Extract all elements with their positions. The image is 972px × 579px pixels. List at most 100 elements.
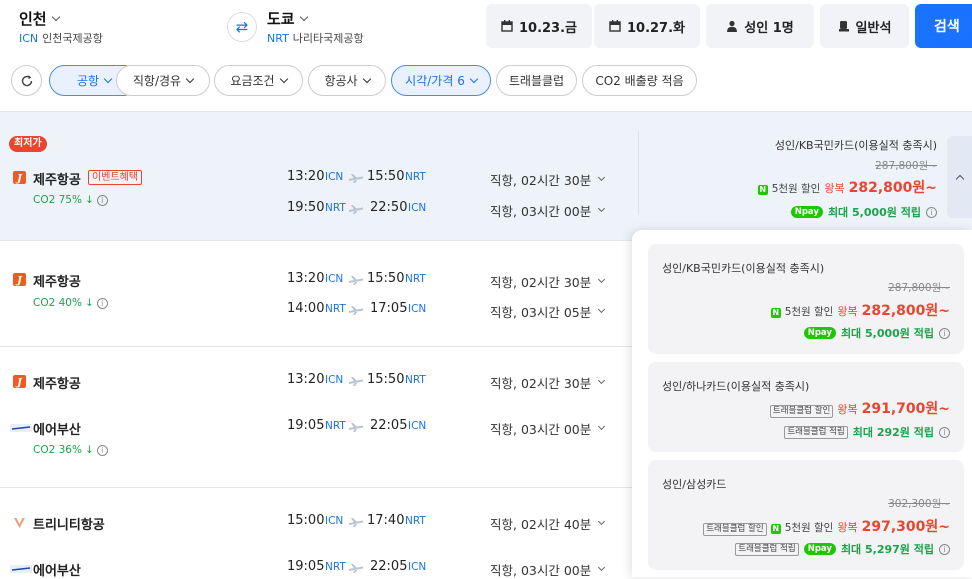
duration-text: 직항, 02시간 30분 [490,376,592,391]
price-amount: 282,800원~ [861,303,950,319]
chevron-down-icon [469,74,479,83]
filter-chip-airline[interactable]: 항공사 [308,65,386,96]
filter-chip-fare-conditions[interactable]: 요금조건 [214,65,303,96]
points-row: Npay 최대 5,000원 적립 i [668,325,950,341]
airline-name: 에어부산 [33,564,81,579]
chevron-down-icon [598,422,606,431]
cabin-class-button[interactable]: 일반석 [820,4,909,48]
destination-city: 도쿄 [267,10,295,28]
arrival-airport: ICN [408,561,427,573]
airline-name: 제주항공 [33,275,81,290]
origin-city: 인천 [19,10,47,28]
calendar-icon [501,20,513,32]
co2-value: CO2 40% [33,297,82,309]
return-date: 10.27.화 [626,20,686,36]
reset-filters-button[interactable] [11,65,42,96]
fare-option-card[interactable]: 성인/하나카드(이용실적 충족시) 트래블클럽 할인 왕복 291,700원~ 트래… [648,362,964,452]
origin-selector[interactable]: 인천 [19,8,60,29]
arrival-time: 22:05 [370,559,408,574]
fare-options-panel: 성인/KB국민카드(이용실적 충족시) 287,800원~ N 5천원 할인 왕복 2… [632,230,972,577]
search-button[interactable]: 검색 [915,4,972,48]
airline-name: 에어부산 [33,423,81,438]
lowest-price-badge: 최저가 [9,136,47,152]
passengers-button[interactable]: 성인 1명 [706,4,814,48]
departure-airport: ICN [325,273,344,285]
result-card-highlighted[interactable] [0,112,972,240]
depart-date-button[interactable]: 10.23.금 [486,4,592,48]
info-icon[interactable]: i [939,327,950,339]
filter-label: 시각/가격 6 [405,74,465,88]
destination-selector[interactable]: 도쿄 [267,8,308,29]
refresh-icon [21,74,32,86]
filter-chip-time-price[interactable]: 시각/가격 6 [391,65,491,96]
filter-label: 요금조건 [230,74,275,88]
flight-duration[interactable]: 직항, 03시간 00분 [490,419,606,438]
trinity-air-logo-icon [14,518,25,528]
flight-duration[interactable]: 직항, 02시간 40분 [490,514,606,533]
naver-pay-icon: Npay [803,327,836,339]
departure-airport: NRT [325,561,346,573]
chevron-down-icon [103,74,113,83]
co2-info: CO2 36% ↓ i [33,444,108,456]
swap-route-button[interactable]: ⇄ [227,12,257,42]
departure-airport: ICN [325,171,344,183]
flight-duration[interactable]: 직항, 03시간 00분 [490,560,606,579]
price-row: 트래블클럽 할인 N 5천원 할인 왕복 297,300원~ [668,516,950,536]
info-icon[interactable]: i [939,543,950,555]
flight-duration[interactable]: 직항, 02시간 30분 [490,170,606,189]
departure-time: 14:00 [287,301,325,316]
collapse-fares-button[interactable] [947,136,972,218]
departure-time: 19:05 [287,559,325,574]
flight-duration[interactable]: 직항, 02시간 30분 [490,373,606,392]
travel-club-points-tag: 트래블클럽 적립 [784,425,848,439]
info-icon[interactable]: i [96,194,108,206]
filter-chip-travel-club[interactable]: 트래블클럽 [496,65,577,96]
arrival-airport: ICN [408,420,427,432]
info-icon[interactable]: i [96,297,108,309]
destination-airport: NRT 나리타국제공항 [267,30,364,46]
arrival-time: 17:40 [367,513,405,528]
flight-duration[interactable]: 직항, 03시간 00분 [490,201,606,220]
chevron-down-icon [598,305,606,314]
flight-duration[interactable]: 직항, 02시간 30분 [490,272,606,291]
points-row: 트래블클럽 적립 최대 292원 적립 i [668,424,950,440]
points-row: 트래블클럽 적립 Npay 최대 5,297원 적립 i [668,541,950,557]
person-icon [727,20,738,32]
duration-text: 직항, 02시간 30분 [490,173,592,188]
fare-option-card[interactable]: 성인/KB국민카드(이용실적 충족시) 287,800원~ N 5천원 할인 왕복 2… [648,244,964,354]
filter-chip-stops[interactable]: 직항/경유 [116,65,210,96]
cabin-class-value: 일반석 [855,20,892,36]
filter-chip-low-co2[interactable]: CO2 배출량 적음 [582,65,697,96]
duration-text: 직항, 03시간 00분 [490,204,592,219]
duration-text: 직항, 03시간 05분 [490,305,592,320]
departure-time: 19:50 [287,200,325,215]
naver-pay-icon: Npay [803,543,836,555]
chevron-down-icon [279,74,288,83]
event-benefit-tag: 이벤트혜택 [88,170,142,185]
co2-value: CO2 75% [33,194,82,206]
flight-duration[interactable]: 직항, 03시간 05분 [490,302,606,321]
arrow-down-icon: ↓ [84,194,94,206]
departure-airport: ICN [325,515,344,527]
filter-label: 항공사 [324,74,358,88]
destination-airport-name: 나리타국제공항 [292,32,364,45]
origin-code: ICN [19,32,39,45]
naver-icon: N [757,185,768,195]
origin-airport: ICN 인천국제공항 [19,30,103,46]
jeju-air-logo-icon: J [13,171,26,184]
airline-name: 제주항공 [33,377,81,392]
info-icon[interactable]: i [96,444,108,456]
return-date-button[interactable]: 10.27.화 [594,4,700,48]
depart-date: 10.23.금 [518,20,578,36]
points-text: 최대 292원 적립 [852,426,934,439]
departure-time: 15:00 [287,513,325,528]
chevron-down-icon [51,12,60,22]
search-header: 인천 ICN 인천국제공항 ⇄ 도쿄 NRT 나리타국제공항 10.23.금 10.… [0,0,972,56]
swap-icon: ⇄ [235,18,249,36]
fare-option-card[interactable]: 성인/삼성카드 302,300원~ 트래블클럽 할인 N 5천원 할인 왕복 297,3… [648,460,964,570]
calendar-icon [609,20,621,32]
divider [638,131,639,215]
naver-icon: N [770,308,781,318]
info-icon[interactable]: i [926,206,937,218]
info-icon[interactable]: i [939,426,950,438]
